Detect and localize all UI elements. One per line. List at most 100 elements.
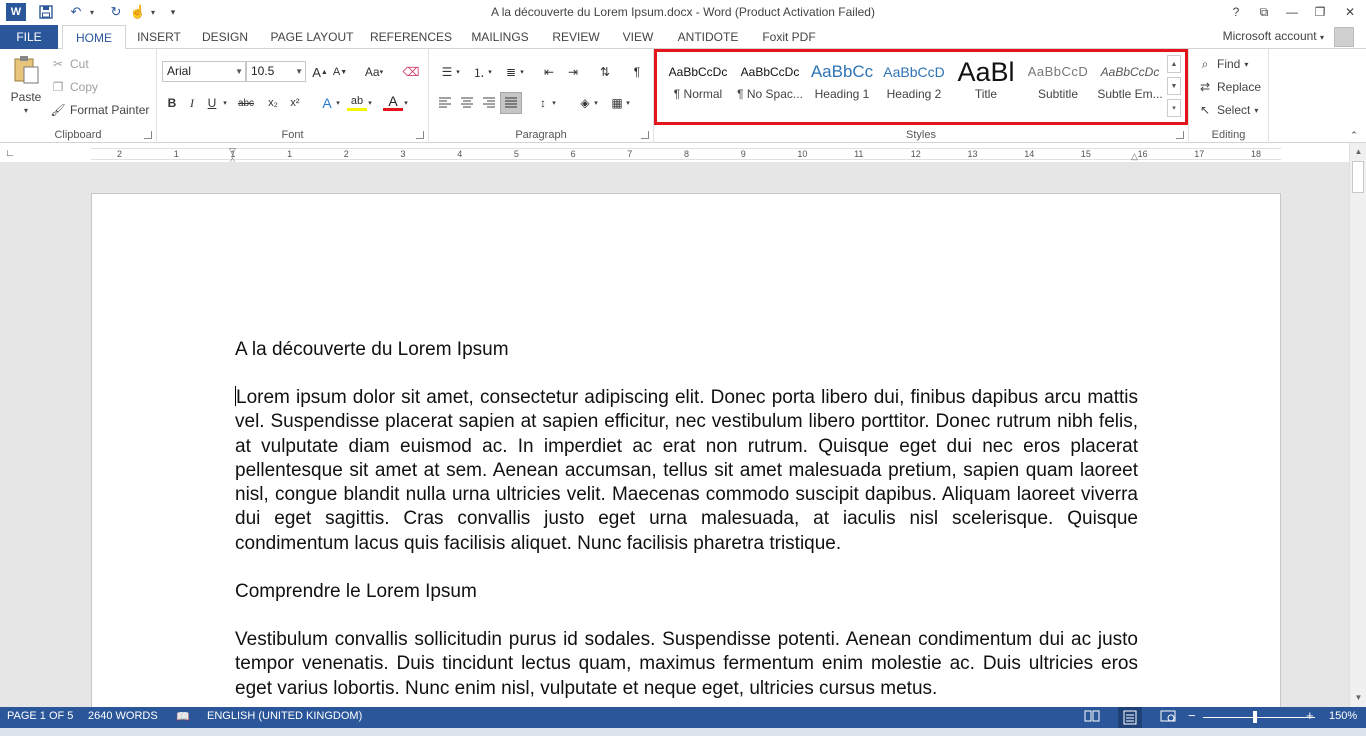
tab-selector-icon[interactable]: ∟ [4, 148, 16, 160]
underline-dropdown-icon[interactable]: ▾ [220, 93, 230, 113]
avatar[interactable] [1334, 27, 1354, 47]
close-button[interactable]: ✕ [1336, 2, 1364, 22]
horizontal-ruler[interactable]: 2 1 1 1 2 3 4 5 6 7 8 9 10 11 12 13 14 15 16 17 18 ▽ △ △ [91, 146, 1281, 165]
borders-dropdown-icon[interactable]: ▾ [623, 93, 633, 113]
sort-icon[interactable]: ⇅ [595, 62, 615, 82]
font-color-dropdown-icon[interactable]: ▾ [401, 93, 411, 113]
read-mode-icon[interactable] [1084, 709, 1100, 726]
tab-references[interactable]: REFERENCES [368, 25, 454, 49]
line-spacing-dropdown-icon[interactable]: ▾ [549, 93, 559, 113]
zoom-slider-thumb[interactable] [1252, 711, 1257, 723]
document-heading-1[interactable]: A la découverte du Lorem Ipsum [235, 338, 1138, 362]
tab-review[interactable]: REVIEW [546, 25, 606, 49]
align-center-icon[interactable] [457, 93, 477, 113]
styles-group-label: Styles [906, 129, 936, 141]
ruler-number: 12 [910, 149, 921, 159]
minimize-button[interactable]: — [1278, 2, 1306, 22]
word-count[interactable]: 2640 WORDS [88, 710, 158, 722]
editing-group-label: Editing [1211, 129, 1246, 141]
language-indicator[interactable]: ENGLISH (UNITED KINGDOM) [207, 710, 362, 722]
tab-mailings[interactable]: MAILINGS [464, 25, 536, 49]
change-case-button[interactable]: Aa ▾ [360, 62, 388, 82]
justify-icon[interactable] [500, 92, 522, 114]
decrease-indent-icon[interactable]: ⇤ [539, 62, 559, 82]
increase-indent-icon[interactable]: ⇥ [563, 62, 583, 82]
multilevel-dropdown-icon[interactable]: ▾ [517, 62, 527, 82]
superscript-button[interactable]: x² [285, 93, 305, 113]
copy-button[interactable]: ❐ Copy [50, 79, 98, 95]
change-case-icon: Aa [364, 65, 380, 79]
account-menu[interactable]: Microsoft account ▾ [1223, 29, 1324, 43]
align-right-icon[interactable] [479, 93, 499, 113]
print-layout-icon[interactable] [1118, 707, 1142, 728]
collapse-ribbon-icon[interactable]: ⌃ [1344, 125, 1364, 145]
cut-label: Cut [70, 57, 89, 71]
document-paragraph-1[interactable]: Lorem ipsum dolor sit amet, consectetur … [235, 386, 1138, 556]
document-area[interactable]: A la découverte du Lorem Ipsum Lorem ips… [0, 162, 1349, 707]
font-size-combo[interactable]: 10.5 ▼ [246, 61, 306, 82]
proofing-icon[interactable]: 📖 [176, 710, 190, 723]
zoom-out-button[interactable]: − [1188, 708, 1196, 723]
shrink-font-button[interactable]: A ▼ [330, 62, 350, 82]
show-formatting-button[interactable]: ¶ [627, 62, 647, 82]
tab-design[interactable]: DESIGN [196, 25, 254, 49]
shading-dropdown-icon[interactable]: ▾ [591, 93, 601, 113]
grow-font-button[interactable]: A ▲ [310, 62, 330, 82]
paste-button[interactable]: Paste ▾ [8, 55, 44, 115]
select-cursor-icon: ↖ [1199, 103, 1211, 117]
align-left-icon[interactable] [435, 93, 455, 113]
copy-icon: ❐ [52, 80, 64, 94]
subscript-button[interactable]: x₂ [263, 93, 283, 113]
text-effects-dropdown-icon[interactable]: ▾ [333, 93, 343, 113]
zoom-slider[interactable] [1203, 717, 1315, 718]
ruler-number: 1 [173, 149, 179, 159]
right-indent-icon[interactable]: △ [1131, 151, 1138, 162]
underline-button[interactable]: U [202, 93, 222, 113]
strikethrough-button[interactable]: abc [233, 93, 259, 113]
tab-antidote[interactable]: ANTIDOTE [670, 25, 746, 49]
zoom-level[interactable]: 150% [1329, 710, 1357, 722]
clear-formatting-icon[interactable]: ⌫ [401, 62, 421, 82]
ruler-number: 16 [1137, 149, 1148, 159]
font-name-value: Arial [167, 64, 192, 78]
paragraph-launcher-icon[interactable] [641, 131, 649, 139]
bold-button[interactable]: B [162, 93, 182, 113]
tab-insert[interactable]: INSERT [130, 25, 188, 49]
restore-button[interactable]: ❐ [1306, 2, 1334, 22]
page-count[interactable]: PAGE 1 OF 5 [7, 710, 73, 722]
select-button[interactable]: ↖ Select ▾ [1197, 102, 1258, 118]
tab-page-layout[interactable]: PAGE LAYOUT [264, 25, 360, 49]
scroll-down-icon[interactable]: ▼ [1350, 691, 1366, 705]
vertical-scrollbar[interactable]: ▲ ▼ [1349, 143, 1366, 707]
font-size-value: 10.5 [251, 64, 275, 78]
document-page[interactable]: A la découverte du Lorem Ipsum Lorem ips… [91, 193, 1281, 707]
tab-file[interactable]: FILE [0, 25, 58, 49]
help-button[interactable]: ? [1222, 2, 1250, 22]
font-launcher-icon[interactable] [416, 131, 424, 139]
cut-button[interactable]: ✂ Cut [50, 56, 89, 72]
replace-button[interactable]: ⇄ Replace [1197, 79, 1261, 95]
scroll-thumb[interactable] [1352, 161, 1364, 193]
format-painter-button[interactable]: 🖌 Format Painter [50, 102, 149, 118]
document-paragraph-2[interactable]: Vestibulum convallis sollicitudin purus … [235, 628, 1138, 701]
tab-home[interactable]: HOME [62, 25, 126, 50]
font-color-button[interactable]: A [383, 93, 403, 111]
highlight-button[interactable]: ab [347, 93, 367, 111]
italic-button[interactable]: I [182, 93, 202, 113]
font-name-combo[interactable]: Arial ▼ [162, 61, 246, 82]
bullets-dropdown-icon[interactable]: ▾ [453, 62, 463, 82]
tab-view[interactable]: VIEW [616, 25, 660, 49]
ruler-text-area [234, 149, 1228, 159]
zoom-in-button[interactable]: + [1306, 708, 1314, 723]
styles-launcher-icon[interactable] [1176, 131, 1184, 139]
document-body[interactable]: A la découverte du Lorem Ipsum Lorem ips… [235, 338, 1138, 707]
highlight-dropdown-icon[interactable]: ▾ [365, 93, 375, 113]
numbering-dropdown-icon[interactable]: ▾ [485, 62, 495, 82]
document-heading-2[interactable]: Comprendre le Lorem Ipsum [235, 580, 1138, 604]
tab-foxit-pdf[interactable]: Foxit PDF [756, 25, 822, 49]
web-layout-icon[interactable] [1160, 709, 1176, 726]
ribbon-display-options-button[interactable]: ⧉ [1250, 2, 1278, 22]
clipboard-launcher-icon[interactable] [144, 131, 152, 139]
scroll-up-icon[interactable]: ▲ [1350, 145, 1366, 159]
find-button[interactable]: ⌕ Find ▾ [1197, 56, 1249, 72]
